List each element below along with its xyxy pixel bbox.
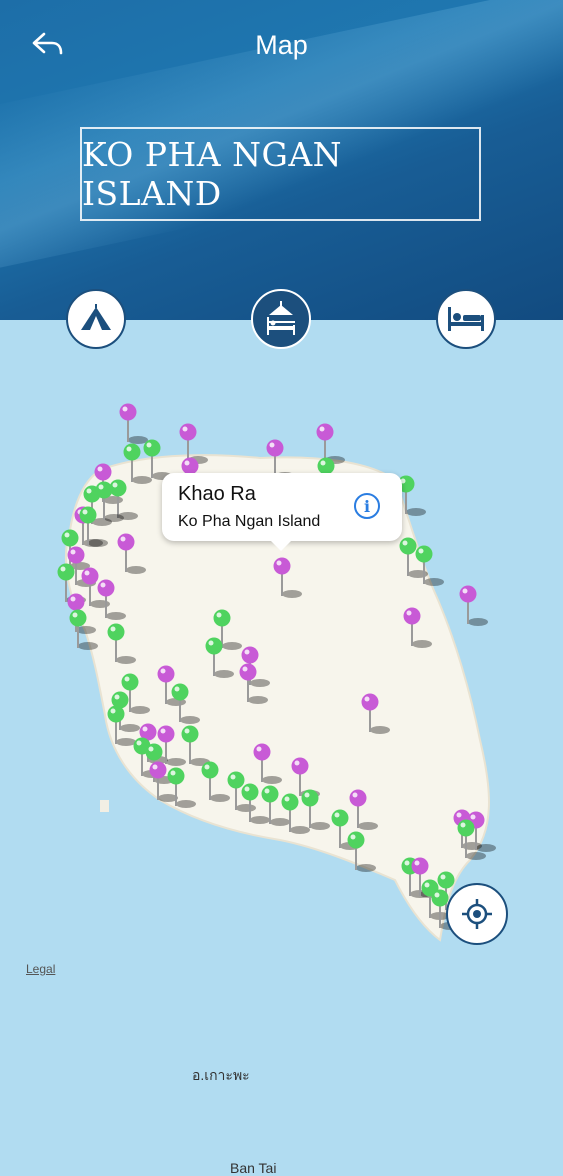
callout-title: Khao Ra bbox=[178, 483, 256, 505]
locate-icon bbox=[462, 899, 492, 929]
map-callout[interactable]: Khao Ra Ko Pha Ngan Island i bbox=[162, 473, 402, 551]
map-pin-green[interactable] bbox=[347, 831, 377, 873]
town-label: อ.เกาะพะ bbox=[192, 1067, 250, 1083]
info-icon[interactable]: i bbox=[354, 493, 380, 519]
map-pin-green[interactable] bbox=[201, 761, 231, 803]
map-pin-purple[interactable] bbox=[403, 607, 433, 649]
map-pin-green[interactable] bbox=[415, 545, 445, 587]
callout-subtitle: Ko Pha Ngan Island bbox=[178, 513, 321, 530]
map-pin-green[interactable] bbox=[301, 789, 331, 831]
page-title: Map bbox=[255, 30, 308, 60]
map-pin-purple[interactable] bbox=[361, 693, 391, 735]
legal-link[interactable]: Legal bbox=[26, 962, 55, 976]
map-pin-purple[interactable] bbox=[273, 557, 303, 599]
map-pin-green[interactable] bbox=[181, 725, 211, 767]
map-pin-purple[interactable] bbox=[117, 533, 147, 575]
destination-banner: KO PHA NGAN ISLAND bbox=[80, 127, 481, 221]
map-pin-purple[interactable] bbox=[179, 423, 209, 465]
map-pin-purple[interactable] bbox=[459, 585, 489, 627]
map-pin-green[interactable] bbox=[121, 673, 151, 715]
header: Map KO PHA NGAN ISLAND bbox=[0, 0, 563, 320]
map-pin-purple[interactable] bbox=[253, 743, 283, 785]
map-pin-purple[interactable] bbox=[316, 423, 346, 465]
map-pin-purple[interactable] bbox=[97, 579, 127, 621]
map-pin-purple[interactable] bbox=[119, 403, 149, 445]
map-pin-green[interactable] bbox=[107, 623, 137, 665]
map-pin-green[interactable] bbox=[167, 767, 197, 809]
village-label: Ban Tai bbox=[230, 1160, 277, 1176]
map-pin-purple[interactable] bbox=[349, 789, 379, 831]
locate-button[interactable] bbox=[446, 883, 508, 945]
